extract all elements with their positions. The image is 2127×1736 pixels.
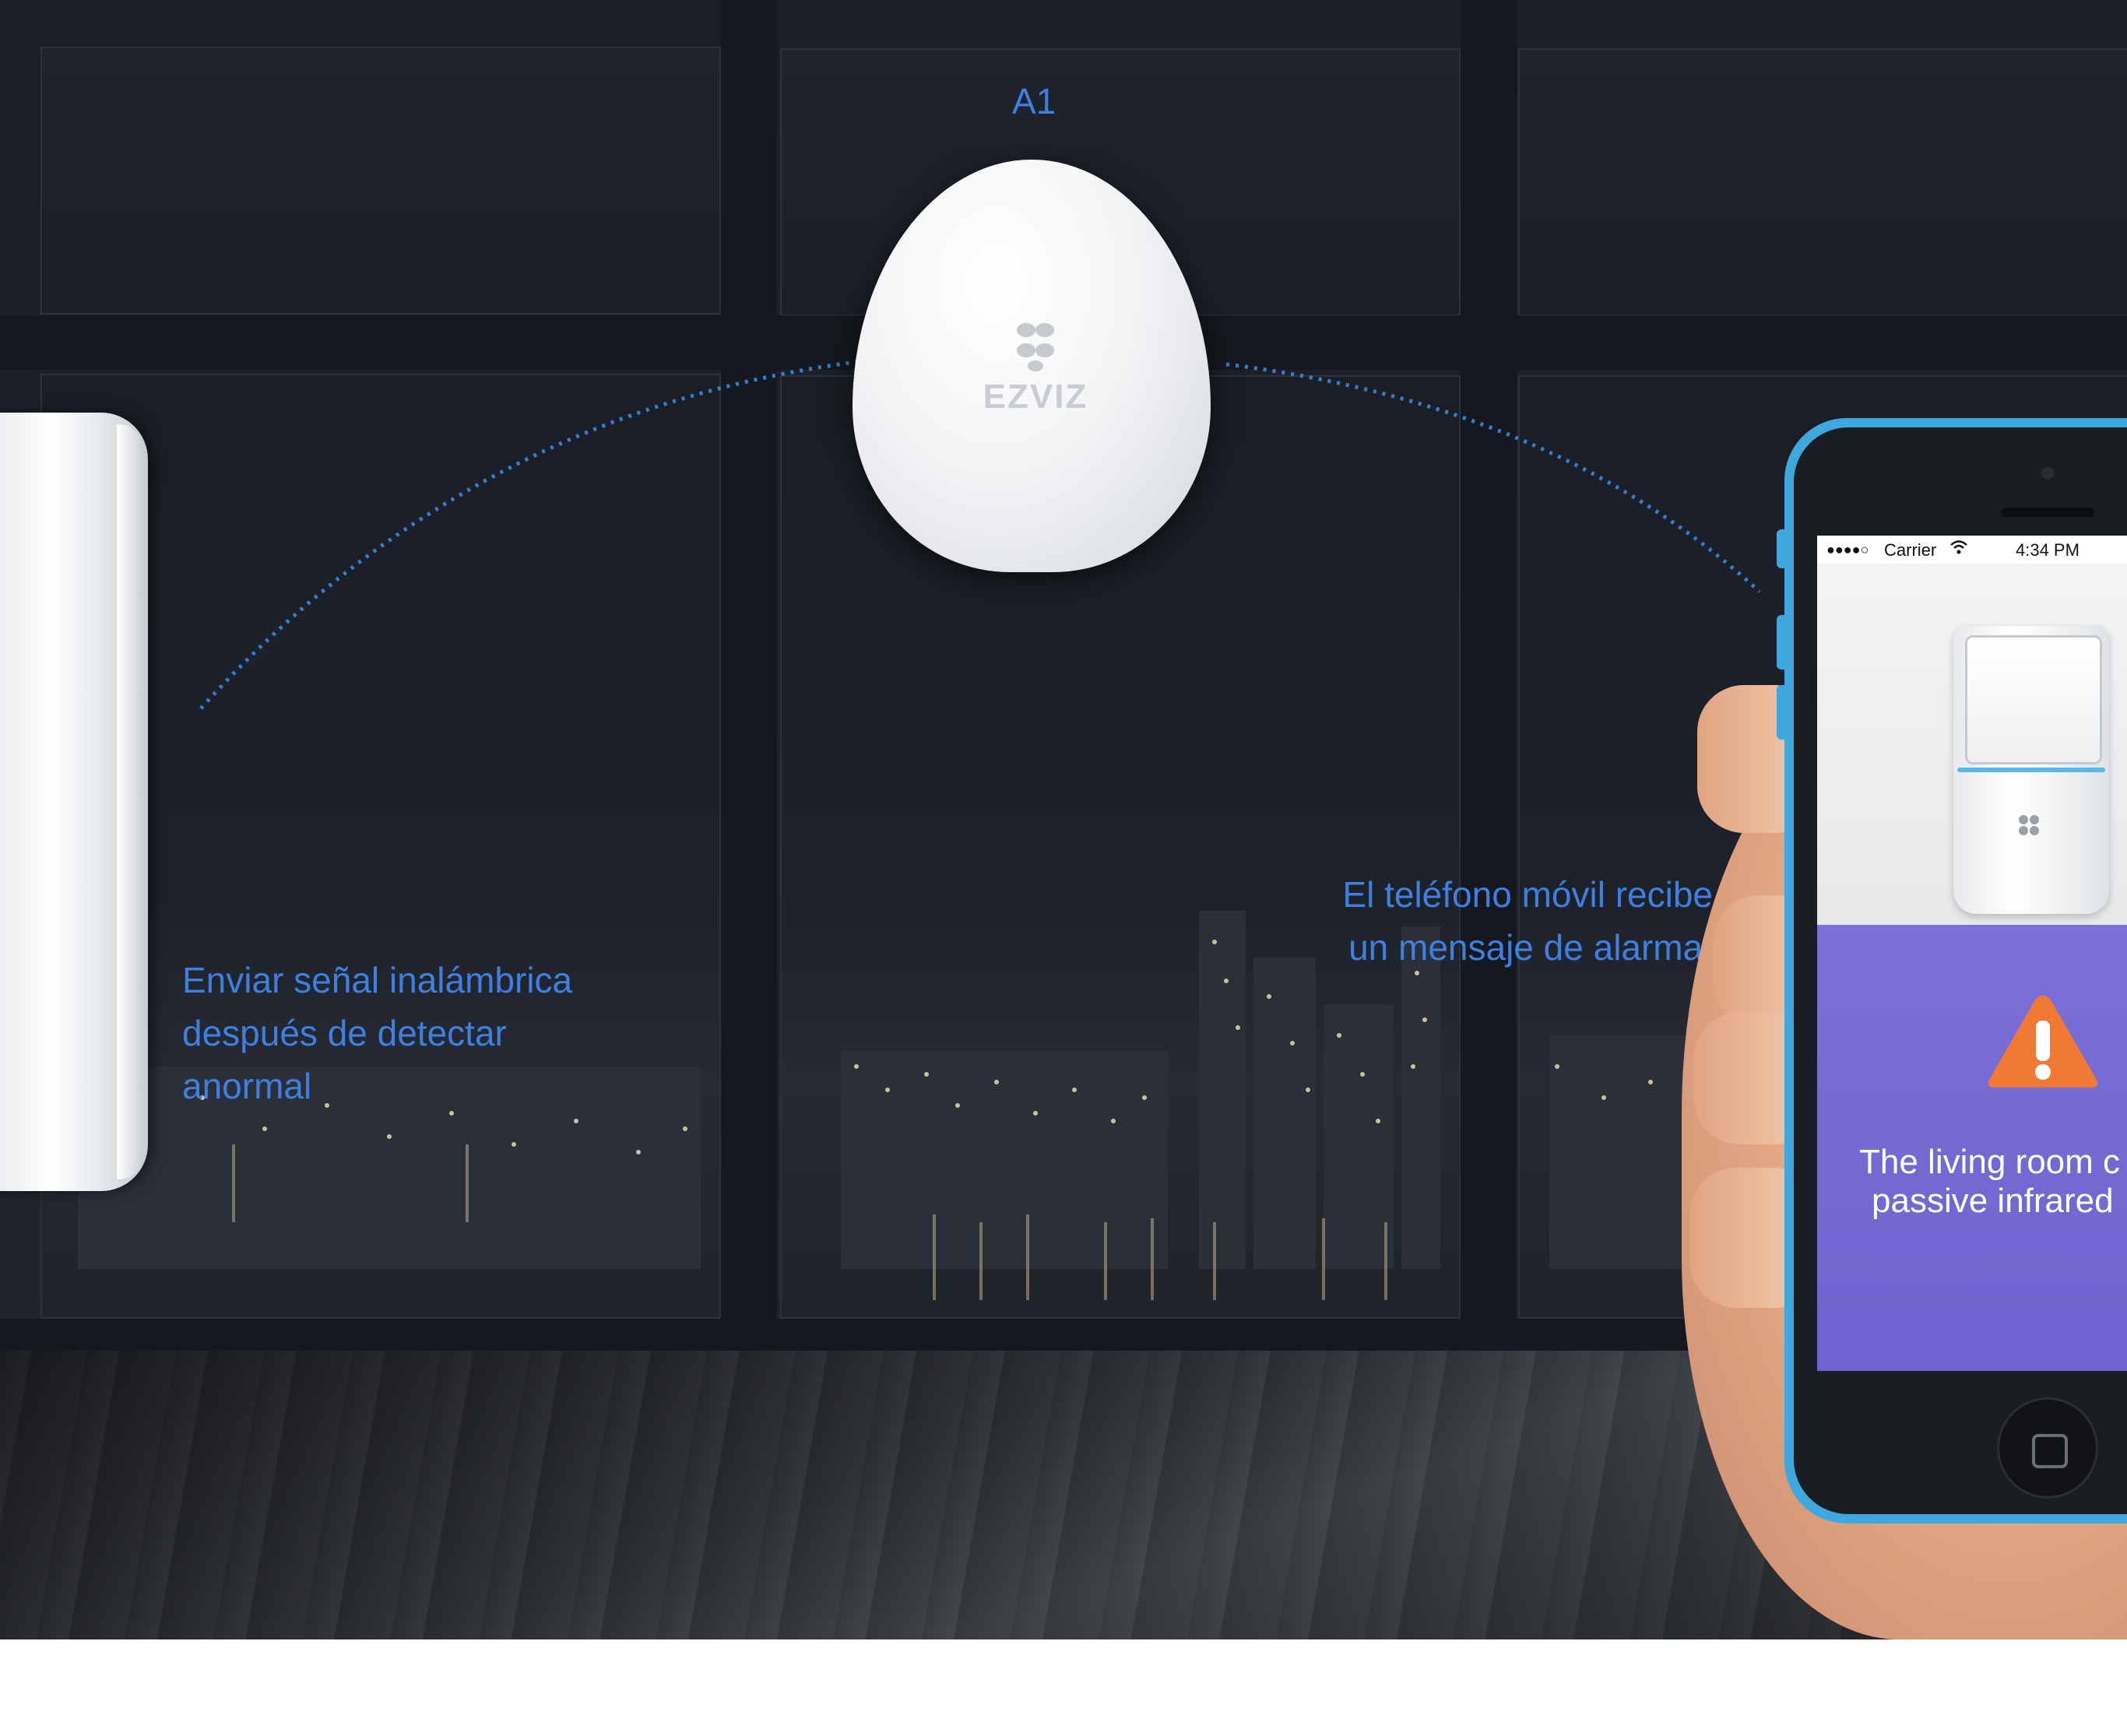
carrier-label: Carrier: [1884, 540, 1937, 560]
wifi-icon: [1949, 539, 1968, 561]
phone-speaker: [2001, 508, 2094, 517]
product-image: [1817, 564, 2127, 925]
alarm-panel[interactable]: The living room c passive infrared: [1817, 925, 2127, 1371]
caption-sensor: Enviar señal inalámbrica después de dete…: [182, 954, 618, 1112]
warning-icon: [1988, 996, 2098, 1088]
caption-phone: El teléfono móvil recibe un mensaje de a…: [1292, 868, 1713, 974]
caption-line: después de detectar: [182, 1013, 507, 1053]
phone-side-button: [1777, 529, 1788, 568]
signal-arc-left: [199, 360, 857, 710]
phone-side-button: [1777, 615, 1788, 669]
caption-line: El teléfono móvil recibe: [1342, 874, 1713, 915]
alarm-message-line: The living room c: [1859, 1143, 2121, 1181]
ezviz-logo-icon: [1017, 323, 1054, 371]
hub-label: A1: [1012, 81, 1056, 121]
alarm-message-line: passive infrared: [1872, 1182, 2114, 1220]
hub-brand-text: EZVIZ: [983, 378, 1088, 416]
status-bar: ●●●●○ Carrier 4:34 PM: [1817, 536, 2127, 564]
signal-dots: ●●●●○: [1826, 542, 1869, 557]
caption-line: un mensaje de alarma.: [1348, 927, 1713, 968]
caption-line: anormal: [182, 1066, 312, 1106]
signal-arc-right: [1225, 362, 1761, 593]
home-button-icon: [2032, 1434, 2068, 1468]
ezviz-logo-icon: [2019, 815, 2039, 835]
pir-sensor-lens: [1965, 635, 2102, 764]
phone-screen: ●●●●○ Carrier 4:34 PM The living room c …: [1817, 536, 2127, 1371]
pir-sensor-led: [1957, 768, 2105, 772]
phone-camera: [2041, 467, 2054, 480]
phone-side-button: [1777, 685, 1788, 740]
status-time: 4:34 PM: [2016, 540, 2080, 560]
door-sensor-edge: [117, 424, 142, 1179]
alarm-message: The living room c passive infrared: [1859, 1143, 2127, 1221]
caption-line: Enviar señal inalámbrica: [182, 960, 573, 1000]
